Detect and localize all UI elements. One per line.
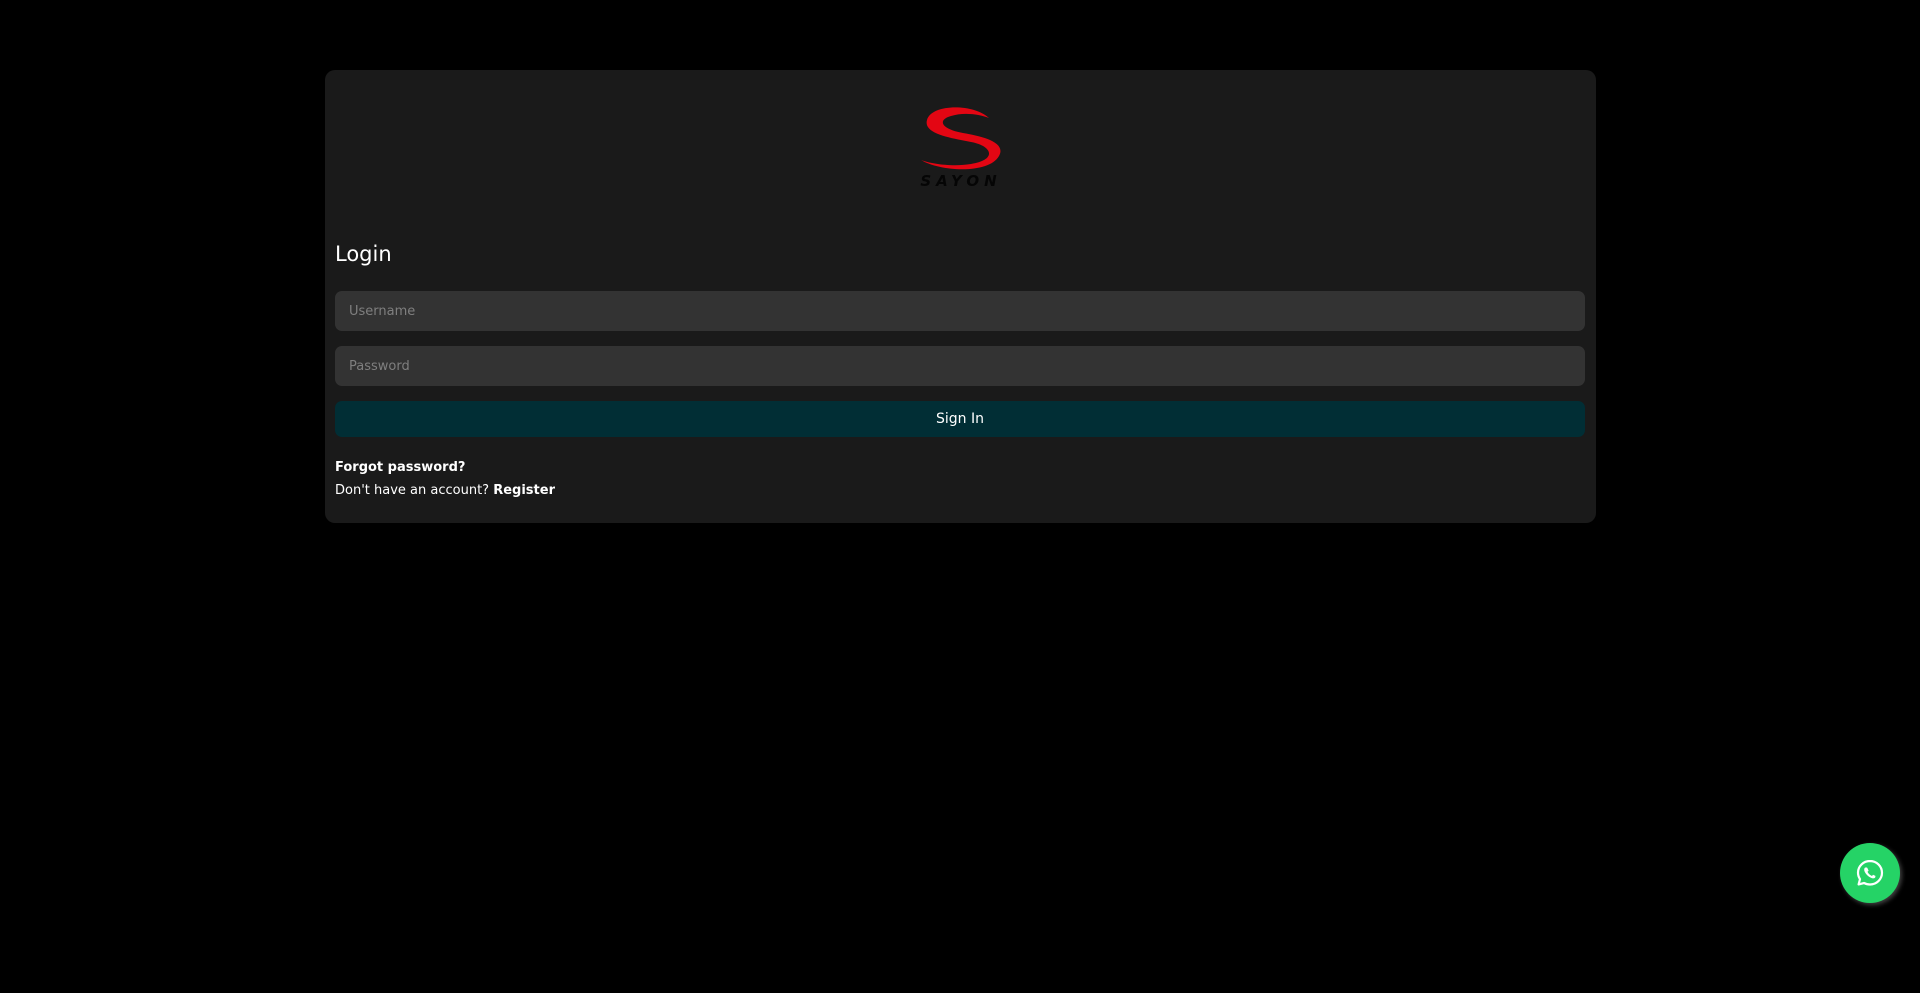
sign-in-button[interactable]: Sign In — [335, 401, 1585, 437]
page-title: Login — [335, 242, 392, 266]
login-card: SAYON Login Sign In Forgot password? Don… — [325, 70, 1596, 523]
register-prompt: Don't have an account? Register — [335, 483, 555, 498]
sayon-logo-icon: SAYON — [920, 107, 1001, 190]
brand-logo: SAYON — [325, 100, 1596, 190]
password-input[interactable] — [335, 346, 1585, 386]
username-input[interactable] — [335, 291, 1585, 331]
whatsapp-button[interactable] — [1840, 843, 1900, 903]
forgot-password-link[interactable]: Forgot password? — [335, 460, 465, 475]
svg-text:SAYON: SAYON — [920, 172, 1001, 190]
whatsapp-icon — [1856, 859, 1884, 886]
no-account-text: Don't have an account? — [335, 483, 490, 498]
register-link[interactable]: Register — [493, 483, 555, 498]
